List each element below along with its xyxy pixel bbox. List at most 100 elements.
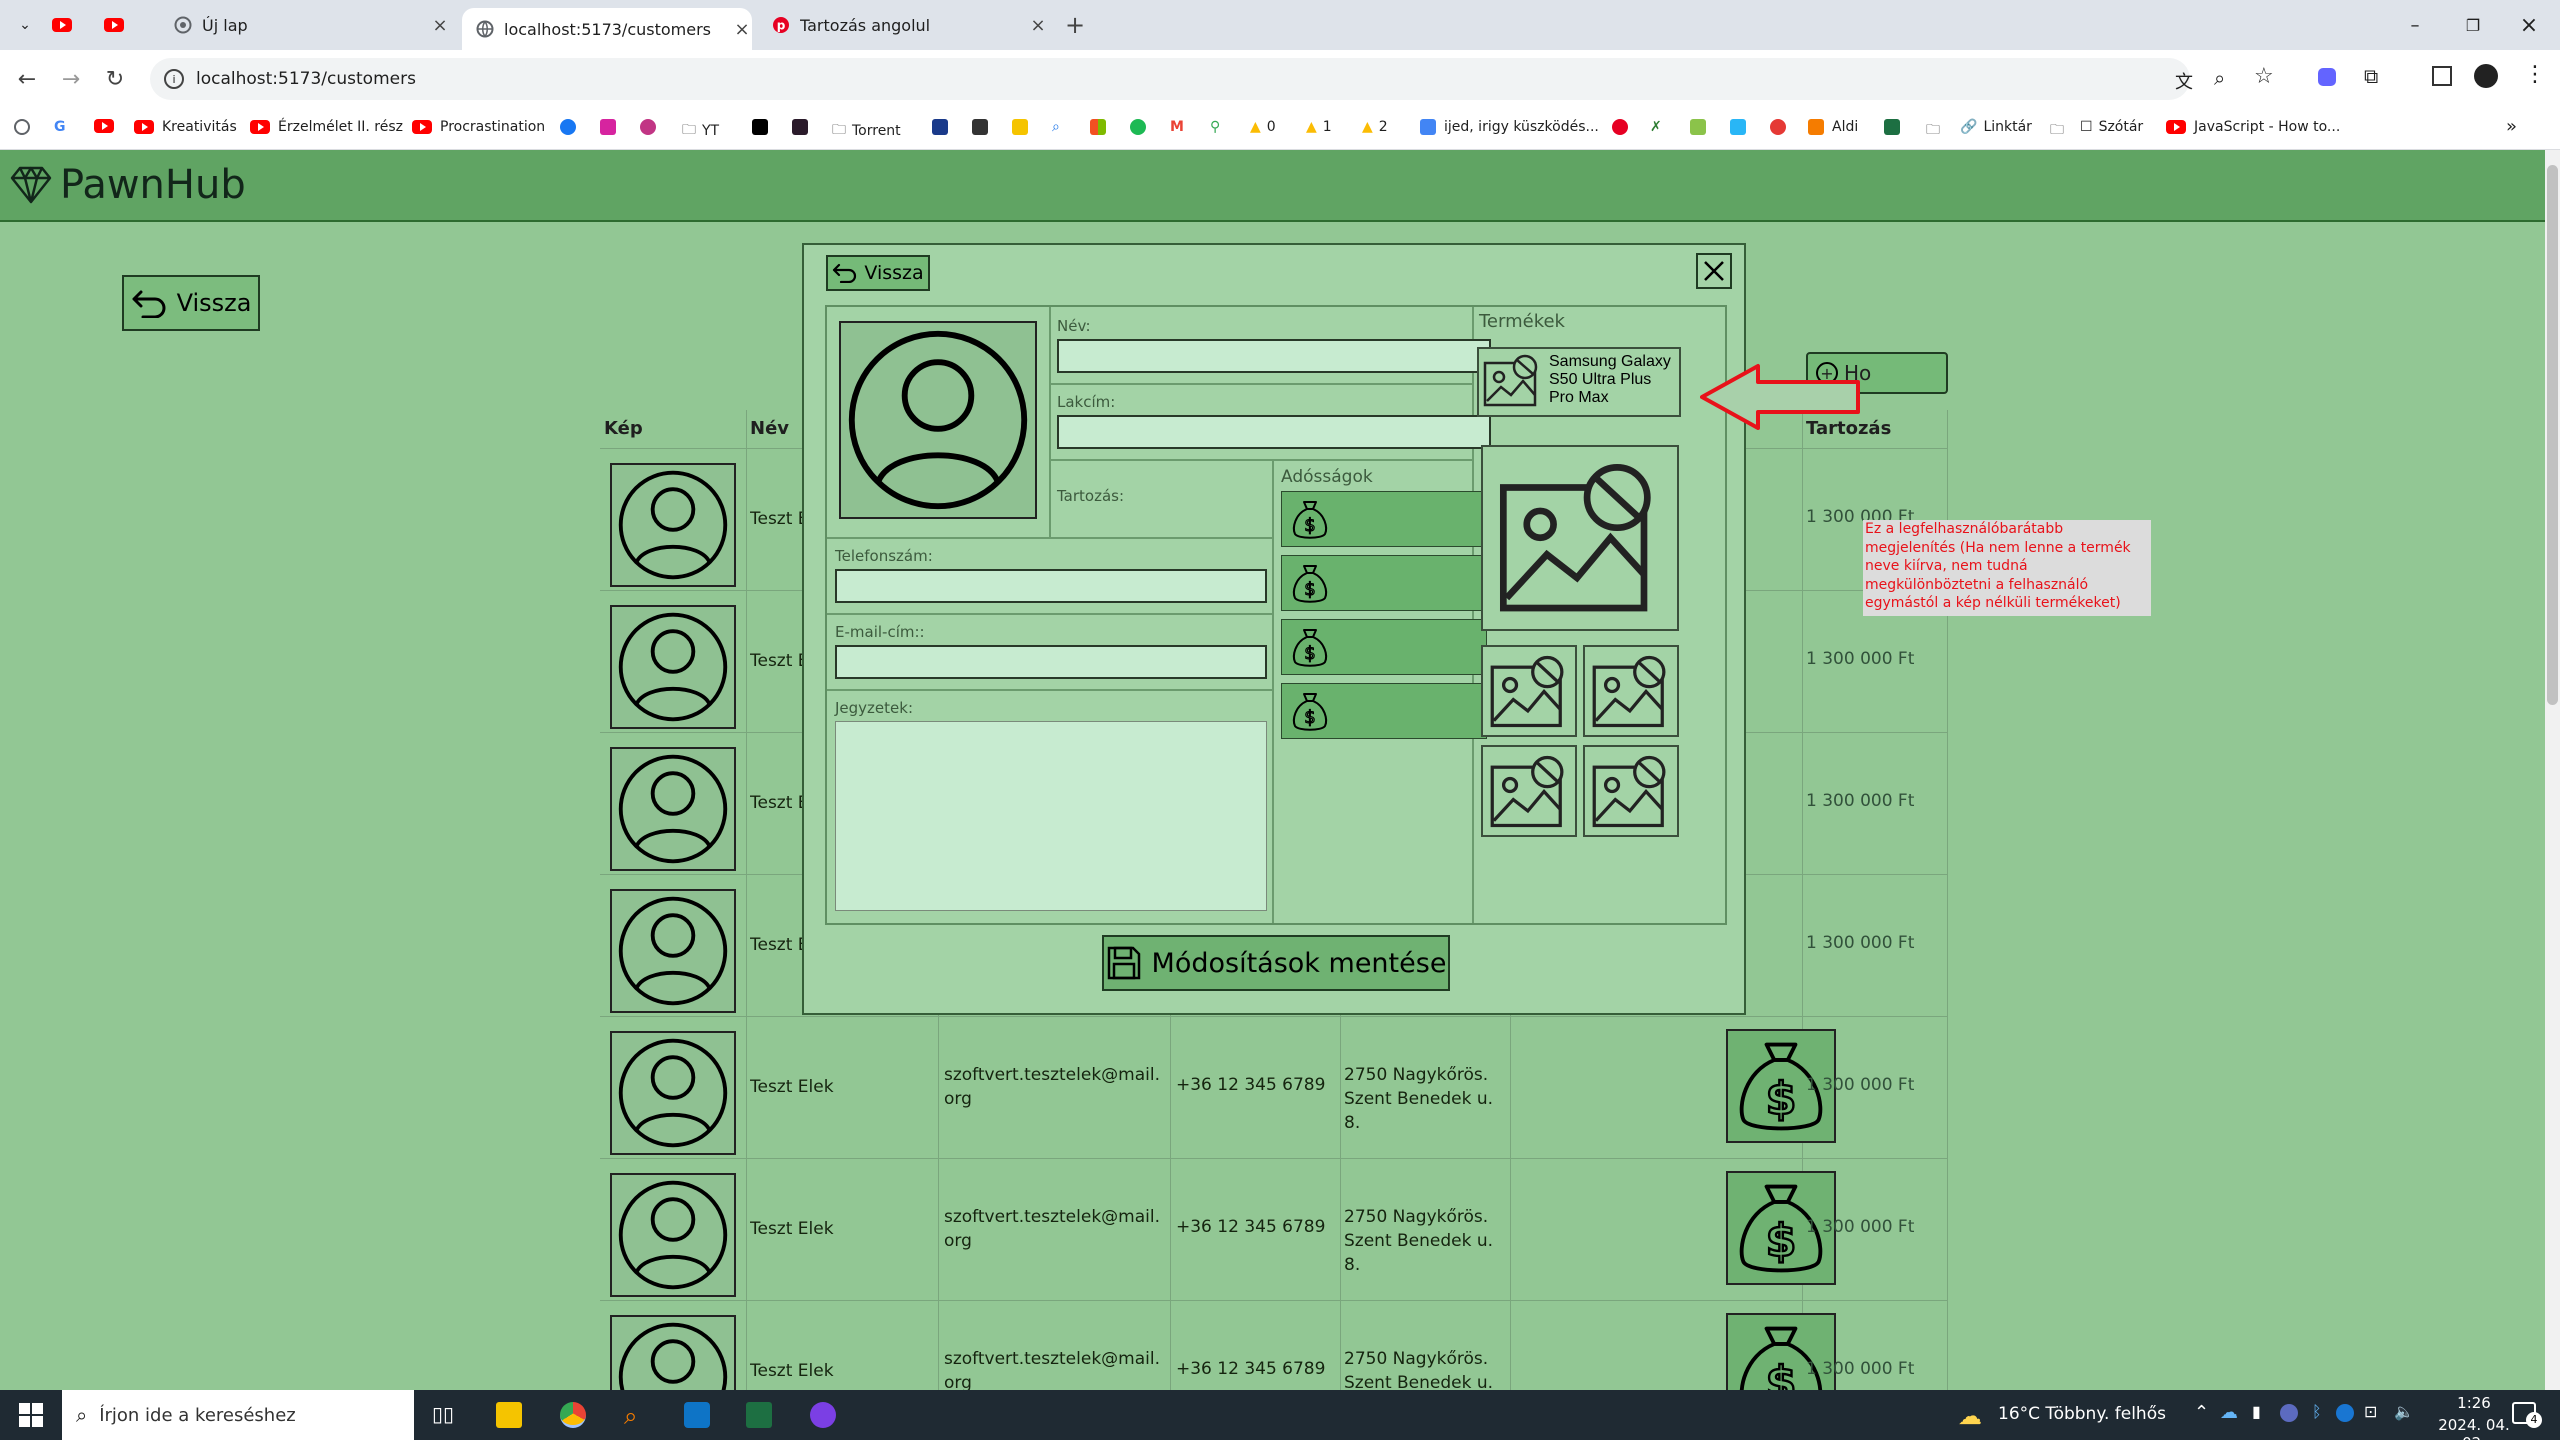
tab-new-tab[interactable]: Új lap × bbox=[160, 8, 450, 42]
debt-item[interactable]: $ bbox=[1281, 491, 1487, 547]
notes-textarea[interactable] bbox=[835, 721, 1267, 911]
table-row[interactable]: Teszt Elek szoftvert.tesztelek@mail.org +3… bbox=[600, 1158, 1948, 1300]
bookmark-pinterest[interactable] bbox=[1612, 119, 1636, 135]
bookmark-gmail[interactable]: M bbox=[1170, 119, 1184, 135]
page-scrollbar-thumb[interactable] bbox=[2547, 165, 2558, 705]
save-changes-button[interactable]: Módosítások mentése bbox=[1102, 935, 1450, 991]
maximize-button[interactable]: ❐ bbox=[2458, 10, 2488, 40]
bookmark-excel[interactable] bbox=[1884, 119, 1908, 135]
phone-input[interactable] bbox=[835, 569, 1267, 603]
bookmark-aldi[interactable]: Aldi bbox=[1808, 119, 1858, 135]
bookmark-yt-folder[interactable]: 🗀 YT bbox=[682, 119, 719, 143]
reload-button[interactable]: ↻ bbox=[100, 64, 130, 94]
excel-app-icon[interactable] bbox=[746, 1402, 772, 1428]
bookmark-youtube[interactable] bbox=[94, 119, 114, 133]
email-input[interactable] bbox=[835, 645, 1267, 679]
extensions-puzzle-icon[interactable]: ⧉ bbox=[2364, 64, 2378, 88]
debt-item[interactable]: $ bbox=[1281, 619, 1487, 675]
close-tab-icon[interactable]: × bbox=[1028, 15, 1048, 36]
product-main-image[interactable] bbox=[1481, 445, 1679, 631]
bookmark-szotar[interactable]: ☐ Szótár bbox=[2080, 119, 2143, 135]
weather-text[interactable]: 16°C Többny. felhős bbox=[1998, 1404, 2166, 1424]
bookmark-star-icon[interactable]: ☆ bbox=[2254, 64, 2274, 89]
language-icon[interactable] bbox=[2336, 1404, 2354, 1422]
bookmark-erzelmelet[interactable]: Érzelmélet II. rész bbox=[250, 119, 403, 135]
bookmark-search[interactable]: ⌕ bbox=[1052, 119, 1060, 135]
tab-search-button[interactable]: ⌄ bbox=[12, 14, 38, 36]
bookmark-maps[interactable]: ⚲ bbox=[1210, 119, 1220, 135]
minimize-button[interactable]: – bbox=[2400, 10, 2430, 40]
usb-icon[interactable]: ▮ bbox=[2252, 1402, 2261, 1421]
onedrive-icon[interactable]: ☁ bbox=[2220, 1402, 2238, 1423]
bookmark-black[interactable] bbox=[752, 119, 776, 135]
clock-date[interactable]: 2024. 04. 02. bbox=[2424, 1416, 2524, 1440]
bookmark-drive-2[interactable]: ▲ 2 bbox=[1362, 119, 1388, 135]
forward-nav-button[interactable]: → bbox=[56, 64, 86, 94]
modal-close-button[interactable] bbox=[1696, 253, 1732, 289]
bookmark-k[interactable] bbox=[1730, 119, 1754, 135]
bookmark-microsoft[interactable] bbox=[1090, 119, 1114, 135]
vscode-icon[interactable] bbox=[684, 1402, 710, 1428]
clock-time[interactable]: 1:26 bbox=[2432, 1394, 2516, 1412]
task-view-icon[interactable]: ▯▯ bbox=[432, 1402, 458, 1428]
site-info-icon[interactable]: i bbox=[164, 69, 184, 89]
tab-customers[interactable]: localhost:5173/customers × bbox=[462, 8, 752, 50]
search-app-icon[interactable]: ⌕ bbox=[624, 1402, 650, 1430]
new-tab-button[interactable]: + bbox=[1062, 11, 1088, 39]
bookmark-kreativitas[interactable]: Kreativitás bbox=[134, 119, 237, 135]
bookmark-translate[interactable]: ijed, irigy küszködés... bbox=[1420, 119, 1599, 135]
side-panel-icon[interactable] bbox=[2432, 66, 2452, 86]
product-thumbnail[interactable] bbox=[1583, 645, 1679, 737]
bookmark-m-red[interactable] bbox=[1770, 119, 1794, 135]
volume-icon[interactable]: 🔈 bbox=[2394, 1402, 2414, 1421]
bookmark-threads[interactable] bbox=[640, 119, 664, 135]
product-item[interactable]: Samsung Galaxy S50 Ultra Plus Pro Max bbox=[1477, 347, 1681, 417]
address-input[interactable] bbox=[1057, 415, 1491, 449]
bookmark-x[interactable]: ✗ bbox=[1650, 119, 1662, 135]
back-nav-button[interactable]: ← bbox=[12, 64, 42, 94]
tray-chevron-icon[interactable]: ⌃ bbox=[2194, 1402, 2209, 1423]
bookmark-folder-2[interactable]: 🗀 bbox=[2050, 119, 2064, 143]
tab-tartozas[interactable]: p Tartozás angolul × bbox=[758, 8, 1048, 42]
product-thumbnail[interactable] bbox=[1583, 745, 1679, 837]
vpn-icon[interactable] bbox=[2280, 1404, 2298, 1422]
bookmark-apps[interactable] bbox=[14, 119, 30, 135]
bookmark-spotify[interactable] bbox=[1130, 119, 1154, 135]
bookmark-instagram[interactable] bbox=[600, 119, 624, 135]
zoom-icon[interactable]: ⌕ bbox=[2214, 66, 2225, 90]
bookmark-linktar[interactable]: 🔗 Linktár bbox=[1960, 119, 2032, 135]
bookmark-dark[interactable] bbox=[792, 119, 816, 135]
windows-start-icon[interactable] bbox=[18, 1402, 44, 1428]
bookmark-facebook[interactable] bbox=[560, 119, 584, 135]
bookmark-folder[interactable]: 🗀 bbox=[1926, 119, 1940, 143]
chrome-icon[interactable] bbox=[560, 1402, 586, 1428]
translate-icon[interactable]: 文 bbox=[2175, 68, 2193, 94]
bookmarks-overflow-button[interactable]: » bbox=[2506, 116, 2517, 137]
debt-item[interactable]: $ bbox=[1281, 555, 1487, 611]
bookmark-google[interactable]: G bbox=[54, 119, 66, 135]
debt-item[interactable]: $ bbox=[1281, 683, 1487, 739]
menu-kebab-icon[interactable]: ⋮ bbox=[2524, 62, 2546, 87]
profile-avatar-icon[interactable] bbox=[2474, 64, 2498, 88]
network-icon[interactable]: ⊡ bbox=[2364, 1402, 2377, 1421]
bookmark-procrastination[interactable]: Procrastination bbox=[412, 119, 545, 135]
product-thumbnail[interactable] bbox=[1481, 745, 1577, 837]
customer-avatar[interactable] bbox=[839, 321, 1037, 519]
tab-youtube-2[interactable] bbox=[104, 8, 148, 42]
file-explorer-icon[interactable] bbox=[496, 1402, 522, 1428]
table-row[interactable]: Teszt Elek szoftvert.tesztelek@mail.org +3… bbox=[600, 1300, 1948, 1390]
bookmark-s[interactable] bbox=[972, 119, 996, 135]
taskbar-search-box[interactable]: ⌕ Írjon ide a kereséshez bbox=[62, 1390, 414, 1440]
bookmark-yellow[interactable] bbox=[1012, 119, 1036, 135]
close-tab-icon[interactable]: × bbox=[732, 19, 752, 40]
tab-youtube-1[interactable] bbox=[52, 8, 96, 42]
address-bar[interactable]: i localhost:5173/customers bbox=[150, 58, 2190, 100]
github-desktop-icon[interactable] bbox=[810, 1402, 836, 1428]
bookmark-drive-1[interactable]: ▲ 1 bbox=[1306, 119, 1332, 135]
name-input[interactable] bbox=[1057, 339, 1491, 373]
table-row[interactable]: Teszt Elek szoftvert.tesztelek@mail.org +3… bbox=[600, 1016, 1948, 1158]
bookmark-photo[interactable] bbox=[1690, 119, 1714, 135]
bookmark-torrent[interactable]: 🗀 Torrent bbox=[832, 119, 901, 143]
extension-mastodon-icon[interactable] bbox=[2318, 68, 2336, 86]
close-window-button[interactable]: × bbox=[2514, 10, 2544, 40]
